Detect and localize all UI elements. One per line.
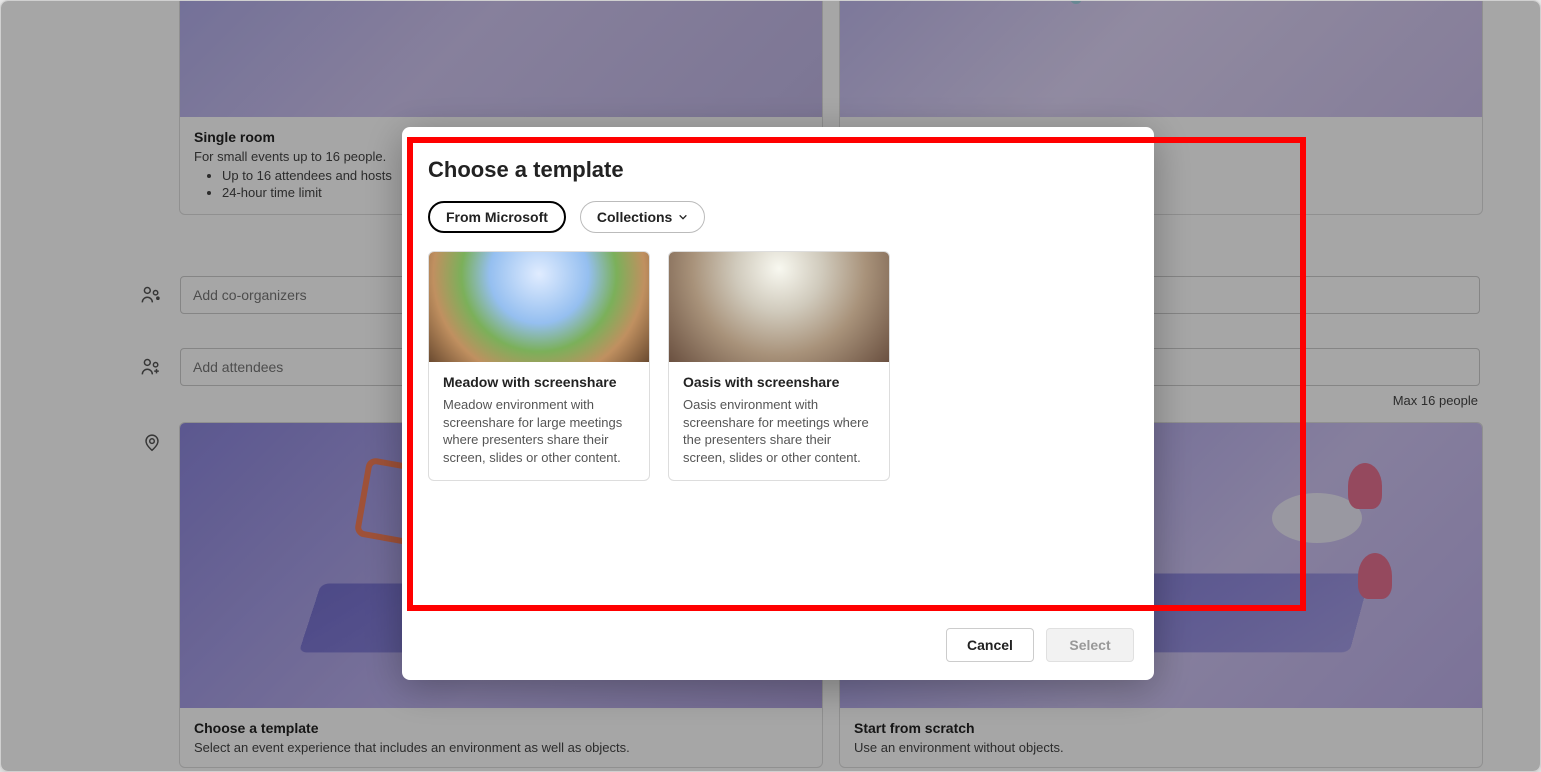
cancel-button[interactable]: Cancel bbox=[946, 628, 1034, 662]
template-title-oasis: Oasis with screenshare bbox=[683, 374, 875, 390]
template-thumb-meadow bbox=[429, 252, 649, 362]
template-card-oasis[interactable]: Oasis with screenshare Oasis environment… bbox=[668, 251, 890, 481]
modal-title: Choose a template bbox=[428, 157, 1128, 183]
pill-from-microsoft-label: From Microsoft bbox=[446, 209, 548, 225]
choose-template-modal: Choose a template From Microsoft Collect… bbox=[402, 127, 1154, 680]
template-card-meadow[interactable]: Meadow with screenshare Meadow environme… bbox=[428, 251, 650, 481]
template-title-meadow: Meadow with screenshare bbox=[443, 374, 635, 390]
select-button[interactable]: Select bbox=[1046, 628, 1134, 662]
select-button-label: Select bbox=[1069, 637, 1110, 653]
cancel-button-label: Cancel bbox=[967, 637, 1013, 653]
template-thumb-oasis bbox=[669, 252, 889, 362]
pill-collections[interactable]: Collections bbox=[580, 201, 705, 233]
template-desc-meadow: Meadow environment with screenshare for … bbox=[443, 396, 635, 466]
template-desc-oasis: Oasis environment with screenshare for m… bbox=[683, 396, 875, 466]
chevron-down-icon bbox=[678, 212, 688, 222]
pill-from-microsoft[interactable]: From Microsoft bbox=[428, 201, 566, 233]
pill-collections-label: Collections bbox=[597, 209, 672, 225]
